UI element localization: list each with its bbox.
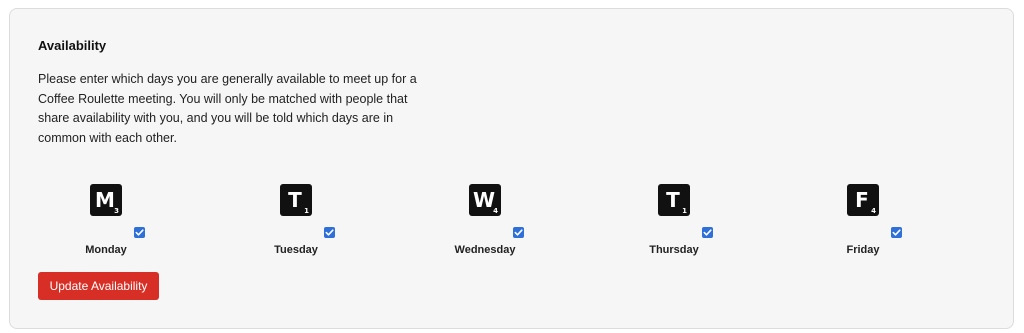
friday-label: Friday <box>846 244 880 256</box>
checkmark-icon <box>514 229 523 236</box>
availability-card: Availability Please enter which days you… <box>9 8 1014 329</box>
monday-checkbox[interactable] <box>134 227 145 238</box>
thursday-letter-tile-icon: T 1 <box>658 184 690 216</box>
availability-description: Please enter which days you are generall… <box>38 72 417 145</box>
tile-score: 1 <box>304 207 309 215</box>
tuesday-label: Tuesday <box>274 244 318 256</box>
wednesday-label: Wednesday <box>454 244 516 256</box>
checkmark-icon <box>135 229 144 236</box>
tile-score: 4 <box>493 207 498 215</box>
wednesday-checkbox[interactable] <box>513 227 524 238</box>
monday-letter-tile-icon: M 3 <box>90 184 122 216</box>
tile-score: 1 <box>682 207 687 215</box>
thursday-checkbox[interactable] <box>702 227 713 238</box>
day-tuesday: T 1 Tuesday <box>236 184 356 256</box>
update-availability-button[interactable]: Update Availability <box>38 272 159 300</box>
thursday-label: Thursday <box>649 244 699 256</box>
day-wednesday: W 4 Wednesday <box>425 184 545 256</box>
wednesday-letter-tile-icon: W 4 <box>469 184 501 216</box>
tile-score: 4 <box>871 207 876 215</box>
day-monday: M 3 Monday <box>46 184 166 256</box>
friday-checkbox[interactable] <box>891 227 902 238</box>
tuesday-checkbox[interactable] <box>324 227 335 238</box>
monday-label: Monday <box>85 244 127 256</box>
day-friday: F 4 Friday <box>803 184 923 256</box>
tuesday-letter-tile-icon: T 1 <box>280 184 312 216</box>
availability-title: Availability <box>38 38 107 53</box>
day-thursday: T 1 Thursday <box>614 184 734 256</box>
friday-letter-tile-icon: F 4 <box>847 184 879 216</box>
tile-score: 3 <box>114 207 119 215</box>
checkmark-icon <box>892 229 901 236</box>
checkmark-icon <box>325 229 334 236</box>
checkmark-icon <box>703 229 712 236</box>
